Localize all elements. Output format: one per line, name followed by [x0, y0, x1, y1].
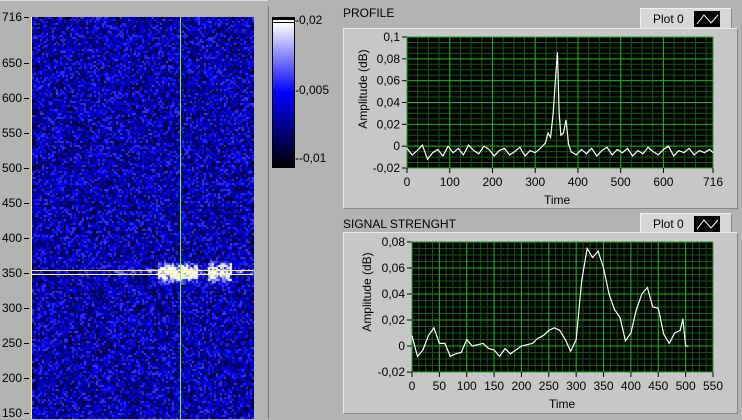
x-tick-label: 550	[703, 379, 723, 393]
x-tick-label: 0	[409, 379, 416, 393]
x-tick-label: 500	[676, 379, 696, 393]
y-tick-label: 0,08	[382, 235, 406, 249]
y-tick-label: 0,06	[382, 261, 406, 275]
signal-plot-area[interactable]: 0,080,060,040,020-0,020 50 100 150 200 250 300…	[0, 0, 742, 419]
x-tick-label: 350	[594, 379, 614, 393]
x-tick-label: 450	[648, 379, 668, 393]
x-tick-label: 100	[457, 379, 477, 393]
y-tick-label: -0,02	[378, 365, 406, 379]
signal-x-label: Time	[549, 397, 576, 411]
x-tick-label: 200	[511, 379, 531, 393]
y-tick-label: 0,04	[382, 287, 406, 301]
x-tick-label: 150	[484, 379, 504, 393]
x-tick-label: 400	[621, 379, 641, 393]
x-tick-label: 50	[433, 379, 447, 393]
x-tick-label: 250	[539, 379, 559, 393]
y-tick-label: 0,02	[382, 313, 406, 327]
y-tick-label: 0	[398, 339, 405, 353]
x-tick-label: 300	[566, 379, 586, 393]
